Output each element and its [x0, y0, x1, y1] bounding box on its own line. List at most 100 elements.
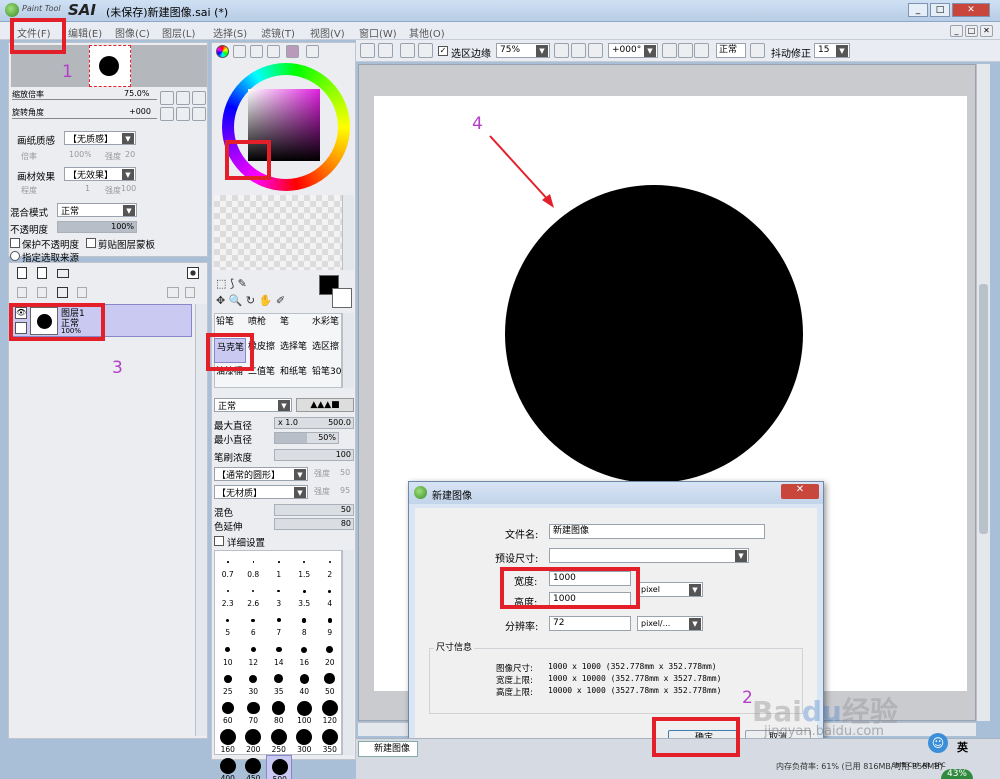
brush-size-cell[interactable]: 1 [266, 551, 292, 580]
toolbar-zoom-in-button[interactable] [571, 43, 586, 58]
opacity-slider[interactable]: 100% [57, 221, 137, 233]
brush-size-cell[interactable]: 120 [317, 697, 343, 726]
transfer-down-icon[interactable] [37, 287, 47, 298]
deselect-button[interactable] [400, 43, 415, 58]
brush-size-cell[interactable]: 10 [215, 639, 241, 668]
brush-size-cell[interactable]: 20 [317, 639, 343, 668]
color-wheel-tab[interactable] [216, 45, 229, 58]
max-size-slider[interactable]: x 1.0 500.0 [274, 417, 354, 429]
detail-settings-checkbox[interactable] [214, 536, 224, 546]
brush-size-cell[interactable]: 12 [241, 639, 267, 668]
brush-mode-select[interactable]: 正常 ▼ [214, 398, 292, 412]
brush-size-cell[interactable]: 40 [292, 668, 318, 697]
brush-size-cell[interactable]: 14 [266, 639, 292, 668]
brush-size-cell[interactable]: 50 [317, 668, 343, 697]
menu-layer[interactable]: 图层(L) [162, 25, 195, 40]
toolbar-zoom-out-button[interactable] [554, 43, 569, 58]
angle-select[interactable]: +000° ▼ [608, 43, 658, 58]
clear-layer-icon[interactable] [57, 287, 68, 298]
brush-size-cell[interactable]: 0.7 [215, 551, 241, 580]
selection-source-radio[interactable] [10, 251, 20, 261]
document-tab[interactable]: 新建图像 [358, 741, 418, 757]
background-color[interactable] [332, 288, 352, 308]
brush-size-cell[interactable]: 35 [266, 668, 292, 697]
size-grid-scrollbar[interactable] [342, 550, 354, 755]
mdi-restore-button[interactable]: □ [965, 25, 978, 37]
hsv-slider-tab[interactable] [250, 45, 263, 58]
brush-size-cell[interactable]: 30 [241, 668, 267, 697]
density-slider[interactable]: 100 [274, 449, 354, 461]
mdi-close-button[interactable]: ✕ [980, 25, 993, 37]
undo-button[interactable] [360, 43, 375, 58]
rotate-right-button[interactable] [176, 107, 190, 121]
brush-size-cell[interactable]: 70 [241, 697, 267, 726]
merge-visible-icon[interactable] [167, 287, 179, 298]
stabilizer-select[interactable]: 15 ▼ [814, 43, 850, 58]
brush-size-cell[interactable]: 80 [266, 697, 292, 726]
brush-size-cell[interactable]: 160 [215, 726, 241, 755]
rotate-cw-button[interactable] [678, 43, 693, 58]
scratchpad-tab[interactable] [306, 45, 319, 58]
brush-size-cell[interactable]: 3 [266, 580, 292, 609]
flip-button[interactable] [750, 43, 765, 58]
mdi-minimize-button[interactable]: _ [950, 25, 963, 37]
maximize-button[interactable]: □ [930, 3, 950, 17]
brush-size-cell[interactable]: 3.5 [292, 580, 318, 609]
brush-size-cell[interactable]: 6 [241, 609, 267, 638]
canvas-vertical-scrollbar[interactable] [976, 64, 990, 721]
brush-shape-select[interactable]: 【通常的圆形】 ▼ [214, 467, 308, 481]
rotation-slider[interactable] [12, 118, 157, 119]
invert-selection-button[interactable] [418, 43, 433, 58]
brush-size-cell[interactable]: 2.6 [241, 580, 267, 609]
brush-tool-2-2[interactable]: 和纸笔 [278, 363, 310, 388]
menu-edit[interactable]: 编辑(E) [68, 25, 102, 40]
menu-window[interactable]: 窗口(W) [359, 25, 397, 40]
min-size-slider[interactable]: 50% [274, 432, 339, 444]
dialog-close-button[interactable]: ✕ [781, 484, 819, 499]
texture-strength-value[interactable]: 95 [340, 486, 350, 495]
brush-size-cell[interactable]: 300 [292, 726, 318, 755]
zoom-out-button[interactable] [160, 91, 174, 105]
zoom-select[interactable]: 75% ▼ [496, 43, 550, 58]
filename-input[interactable]: 新建图像 [549, 524, 765, 539]
menu-image[interactable]: 图像(C) [115, 25, 150, 40]
brush-size-cell[interactable]: 0.8 [241, 551, 267, 580]
brush-tool-1-3[interactable]: 选区擦 [310, 338, 342, 363]
redo-button[interactable] [378, 43, 393, 58]
brush-size-cell[interactable]: 5 [215, 609, 241, 638]
resolution-unit-select[interactable]: pixel/... ▼ [637, 616, 703, 631]
blend-mode-select[interactable]: 正常 ▼ [57, 203, 137, 217]
zoom-reset-button[interactable] [192, 91, 206, 105]
paper-effect-select[interactable]: 【无效果】 ▼ [64, 167, 136, 181]
brush-size-cell[interactable]: 2.3 [215, 580, 241, 609]
brush-size-cell[interactable]: 7 [266, 609, 292, 638]
rotate-reset-toolbar-button[interactable] [694, 43, 709, 58]
brush-size-cell[interactable]: 4 [317, 580, 343, 609]
menu-filter[interactable]: 滤镜(T) [261, 25, 295, 40]
ime-icon[interactable]: ☺ [928, 733, 948, 753]
menu-view[interactable]: 视图(V) [310, 25, 345, 40]
brush-tool-2-3[interactable]: 铅笔30 [310, 363, 342, 388]
resolution-input[interactable]: 72 [549, 616, 631, 631]
zoom-slider[interactable] [12, 99, 157, 100]
brush-tool-0-2[interactable]: 笔 [278, 313, 310, 338]
paper-strength2-value[interactable]: 100 [121, 184, 136, 193]
brush-grid-scrollbar[interactable] [342, 313, 354, 388]
brush-size-cell[interactable]: 350 [317, 726, 343, 755]
rotate-reset-button[interactable] [192, 107, 206, 121]
brush-edge-buttons[interactable]: ▲▲▲■ [296, 398, 354, 412]
preset-select[interactable]: ▼ [549, 548, 749, 563]
rgb-slider-tab[interactable] [233, 45, 246, 58]
clipping-mask-checkbox[interactable] [86, 238, 96, 248]
shape-strength-value[interactable]: 50 [340, 468, 350, 477]
brush-size-cell[interactable]: 2 [317, 551, 343, 580]
scratchpad-scrollbar[interactable] [342, 195, 354, 270]
view-mode-select[interactable]: 正常 [716, 43, 746, 58]
folder-icon[interactable] [57, 269, 69, 278]
brush-size-cell[interactable]: 200 [241, 726, 267, 755]
toolbar-zoom-reset-button[interactable] [588, 43, 603, 58]
brush-size-cell[interactable]: 25 [215, 668, 241, 697]
copy-layer-icon[interactable] [17, 287, 27, 298]
paper-scale-value[interactable]: 100% [69, 150, 91, 159]
brush-tool-0-3[interactable]: 水彩笔 [310, 313, 342, 338]
